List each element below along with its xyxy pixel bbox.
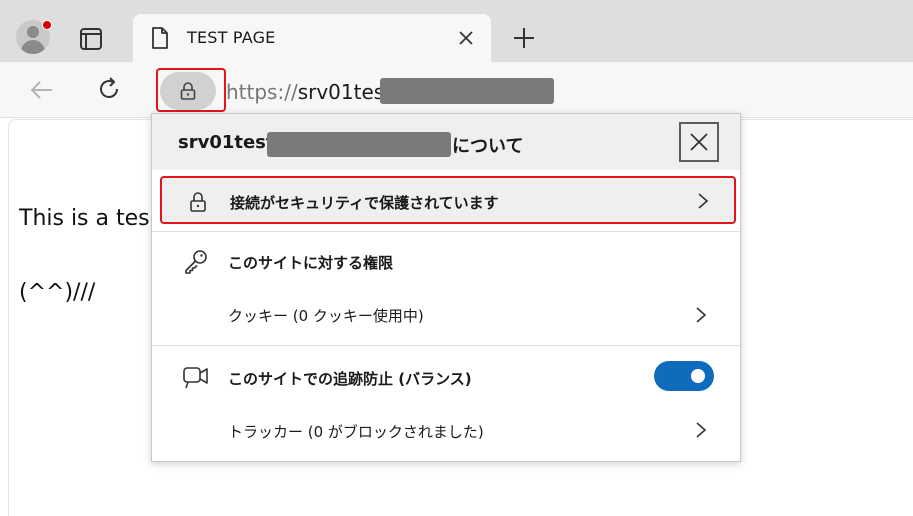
url-protocol: https://	[226, 80, 298, 104]
divider	[152, 231, 740, 232]
connection-secure-row[interactable]: 接続がセキュリティで保護されています	[160, 176, 736, 224]
url-text[interactable]: https://srv01test.	[226, 80, 398, 104]
highlight-frame	[156, 68, 226, 112]
avatar-head	[27, 26, 39, 38]
permissions-heading: このサイトに対する権限	[228, 254, 394, 272]
cookies-label: クッキー (0 クッキー使用中)	[228, 307, 424, 325]
popup-close-button[interactable]	[679, 122, 719, 162]
page-text-line: This is a tes	[19, 206, 150, 231]
tab-title: TEST PAGE	[187, 28, 276, 47]
site-info-popup: srv01test. について 接続がセキュリティで保護されています このサイト…	[151, 113, 741, 462]
popup-header: srv01test. について	[152, 114, 740, 170]
redacted-block	[380, 78, 554, 104]
chevron-right-icon	[698, 193, 709, 209]
video-camera-icon	[183, 367, 208, 389]
page-text-line: (^^)///	[19, 280, 96, 305]
divider	[152, 345, 740, 346]
avatar-body	[21, 40, 45, 54]
tracking-prevention-toggle[interactable]	[654, 361, 714, 391]
tab-test-page[interactable]: TEST PAGE	[133, 14, 491, 62]
notification-dot	[42, 20, 52, 30]
trackers-label: トラッカー (0 がブロックされました)	[228, 423, 484, 441]
document-icon	[152, 27, 168, 49]
key-icon	[185, 250, 207, 274]
back-arrow-icon[interactable]	[28, 76, 56, 104]
chevron-right-icon	[696, 422, 707, 438]
chevron-right-icon	[696, 307, 707, 323]
tracking-prevention-heading: このサイトでの追跡防止 (バランス)	[228, 370, 472, 388]
redacted-block	[267, 132, 451, 157]
connection-label: 接続がセキュリティで保護されています	[230, 194, 499, 212]
tab-actions-icon[interactable]	[74, 22, 108, 56]
tab-strip: TEST PAGE	[0, 0, 913, 62]
refresh-icon[interactable]	[95, 75, 123, 103]
close-icon	[690, 133, 708, 151]
plus-icon[interactable]	[510, 24, 538, 52]
lock-icon	[190, 192, 206, 212]
popup-host: srv01test.	[178, 132, 282, 153]
close-icon[interactable]	[455, 27, 477, 49]
popup-host-suffix: について	[452, 136, 524, 157]
toggle-knob	[691, 369, 705, 383]
